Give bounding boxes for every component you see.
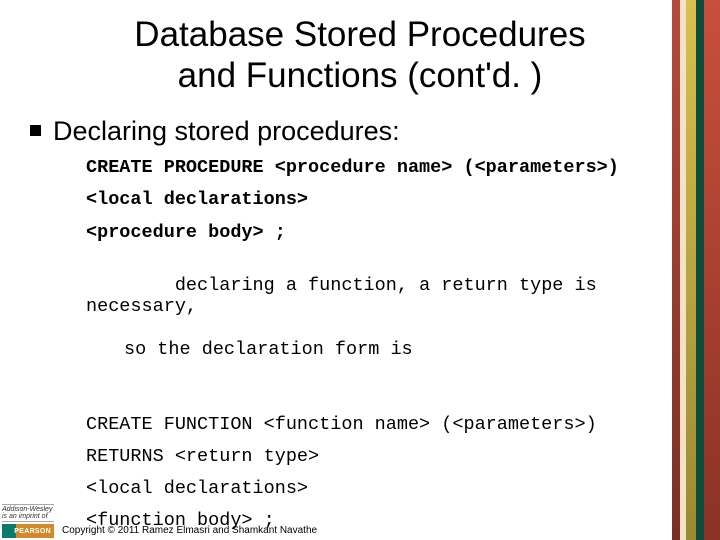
bullet-text: Declaring stored procedures:: [53, 115, 400, 147]
code-block: CREATE PROCEDURE <procedure name> (<para…: [86, 157, 700, 532]
code-text: declaring a function, a return type is n…: [86, 275, 608, 317]
square-bullet-icon: [30, 125, 41, 136]
code-text: so the declaration form is: [86, 339, 700, 360]
code-line: <procedure body> ;: [86, 222, 700, 243]
stripe: [686, 0, 696, 540]
imprint-name: Addison-Wesley: [2, 506, 52, 513]
imprint-label: Addison-Wesley is an imprint of: [2, 504, 54, 522]
stripe: [672, 0, 680, 540]
content-area: Declaring stored procedures: CREATE PROC…: [0, 97, 720, 532]
code-line: declaring a function, a return type is n…: [86, 254, 700, 403]
slide: Database Stored Procedures and Functions…: [0, 0, 720, 540]
slide-title: Database Stored Procedures and Functions…: [0, 0, 720, 97]
title-line-1: Database Stored Procedures: [134, 15, 585, 54]
footer: Addison-Wesley is an imprint of PEARSON …: [0, 504, 720, 540]
stripe: [704, 0, 720, 540]
code-line: <local declarations>: [86, 478, 700, 499]
bullet-item: Declaring stored procedures:: [30, 115, 700, 147]
code-line: CREATE PROCEDURE <procedure name> (<para…: [86, 157, 700, 178]
decorative-stripes: [672, 0, 720, 540]
imprint-sub: is an imprint of: [2, 513, 48, 520]
title-line-2: and Functions (cont'd. ): [178, 56, 543, 95]
pearson-logo: PEARSON: [2, 524, 54, 538]
pearson-brand: PEARSON: [14, 528, 51, 535]
copyright-text: Copyright © 2011 Ramez Elmasri and Shamk…: [62, 525, 317, 536]
stripe: [696, 0, 704, 540]
code-line: CREATE FUNCTION <function name> (<parame…: [86, 414, 700, 435]
code-line: <local declarations>: [86, 189, 700, 210]
code-line: RETURNS <return type>: [86, 446, 700, 467]
publisher-block: Addison-Wesley is an imprint of PEARSON: [0, 504, 56, 540]
